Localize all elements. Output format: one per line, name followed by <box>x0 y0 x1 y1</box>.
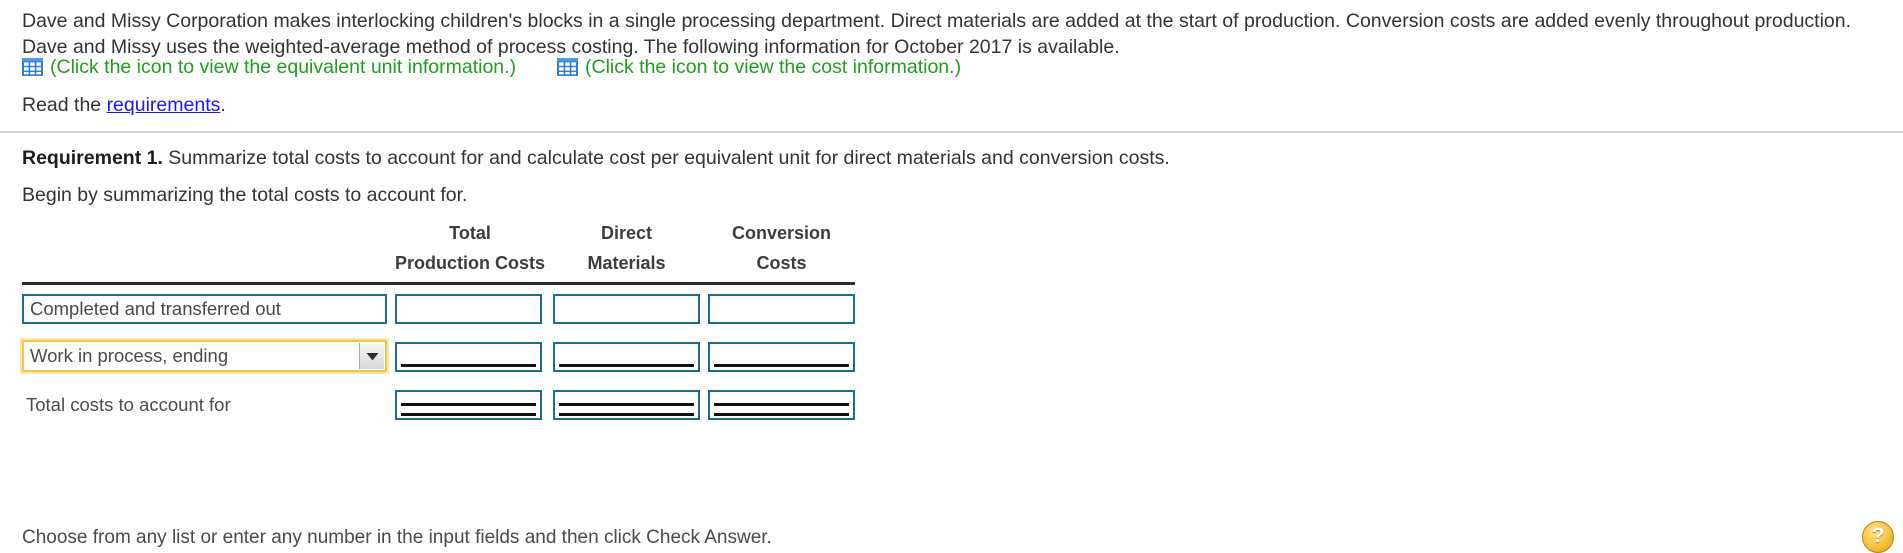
table-grid-icon <box>557 58 578 76</box>
requirement-text: Summarize total costs to account for and… <box>162 147 1170 169</box>
icon-links-row: (Click the icon to view the equivalent u… <box>22 56 1882 82</box>
total-production-costs-input-row3[interactable] <box>395 390 542 420</box>
requirements-link[interactable]: requirements <box>107 94 221 116</box>
conversion-costs-input-row2[interactable] <box>708 342 856 372</box>
table-header-row-1: Total Direct Conversion <box>22 218 855 248</box>
requirement-number: Requirement 1. <box>22 147 163 169</box>
work-in-process-ending-select[interactable]: Work in process, ending <box>22 340 387 372</box>
costs-worksheet: Total Direct Conversion Production Costs… <box>22 218 856 420</box>
read-requirements-line: Read the requirements. <box>22 93 226 117</box>
table-row: Total costs to account for <box>22 381 856 420</box>
chevron-down-icon[interactable] <box>359 343 384 369</box>
header-direct-materials-line1: Direct <box>601 223 653 243</box>
row-label-cell: Work in process, ending <box>22 333 387 372</box>
header-total-production-costs-line2: Production Costs <box>395 253 546 273</box>
cost-info-label: (Click the icon to view the cost informa… <box>585 56 962 78</box>
section-divider <box>0 131 1903 133</box>
table-row: Work in process, ending <box>22 333 856 372</box>
read-prefix: Read the <box>22 94 107 116</box>
read-suffix: . <box>220 94 226 116</box>
direct-materials-input-row3[interactable] <box>553 390 701 420</box>
total-production-costs-input-row1[interactable] <box>395 294 542 324</box>
direct-materials-input-row2[interactable] <box>553 342 701 372</box>
exercise-page: Dave and Missy Corporation makes interlo… <box>0 0 1903 553</box>
table-row: Completed and transferred out <box>22 284 856 324</box>
conversion-costs-input-row1[interactable] <box>708 294 856 324</box>
header-conversion-costs-line1: Conversion <box>732 223 832 243</box>
completed-transferred-out-input[interactable]: Completed and transferred out <box>22 294 387 324</box>
total-costs-to-account-for-label: Total costs to account for <box>26 394 231 415</box>
header-total-production-costs-line1: Total <box>449 223 491 243</box>
row-label-cell: Total costs to account for <box>22 381 387 420</box>
row-label-cell: Completed and transferred out <box>22 284 387 324</box>
conversion-costs-input-row3[interactable] <box>708 390 856 420</box>
header-direct-materials-line2: Materials <box>587 253 666 273</box>
problem-statement: Dave and Missy Corporation makes interlo… <box>22 10 1852 58</box>
table-grid-icon <box>22 58 43 76</box>
footer-instruction: Choose from any list or enter any number… <box>22 527 772 548</box>
header-conversion-costs-line2: Costs <box>756 253 807 273</box>
table-header-row-2: Production Costs Materials Costs <box>22 248 855 278</box>
total-production-costs-input-row2[interactable] <box>395 342 542 372</box>
work-in-process-ending-selected-value: Work in process, ending <box>30 345 229 366</box>
help-button[interactable]: ? <box>1862 521 1894 553</box>
equivalent-unit-info-label: (Click the icon to view the equivalent u… <box>50 56 517 78</box>
cost-info-link[interactable]: (Click the icon to view the cost informa… <box>557 56 961 78</box>
direct-materials-input-row1[interactable] <box>553 294 701 324</box>
costs-table: Total Direct Conversion Production Costs… <box>22 218 856 420</box>
requirement-instruction: Begin by summarizing the total costs to … <box>22 184 468 206</box>
requirement-heading: Requirement 1. Summarize total costs to … <box>22 145 1170 171</box>
equivalent-unit-info-link[interactable]: (Click the icon to view the equivalent u… <box>22 56 516 78</box>
